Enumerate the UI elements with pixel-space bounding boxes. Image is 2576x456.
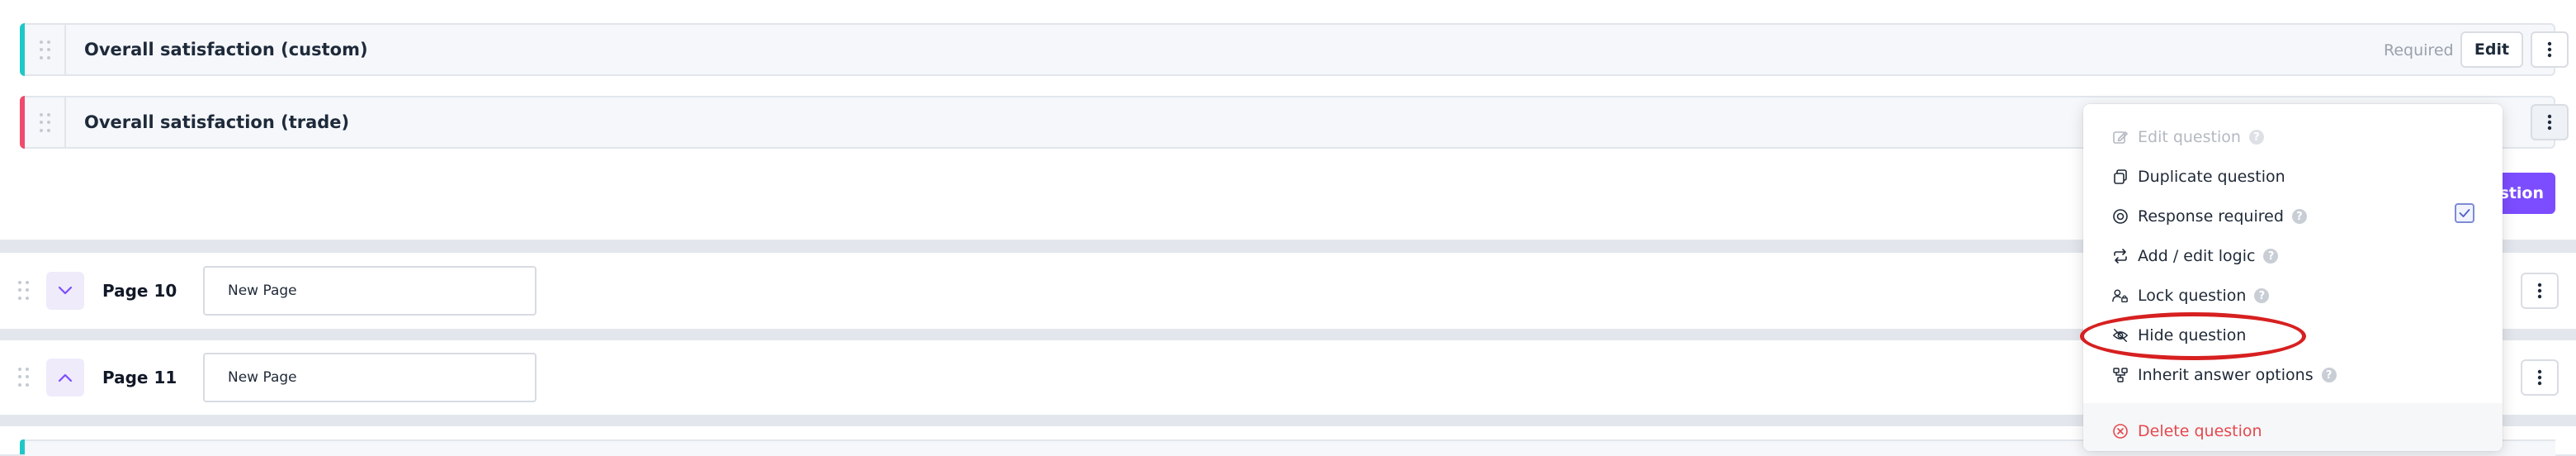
menu-item-label: Add / edit logic <box>2138 247 2256 265</box>
menu-item-label: Duplicate question <box>2138 168 2285 186</box>
menu-item-hide-question[interactable]: Hide question <box>2111 321 2246 350</box>
edit-button[interactable]: Edit <box>2460 31 2523 68</box>
help-icon: ? <box>2248 130 2264 145</box>
menu-item-duplicate-question[interactable]: Duplicate question <box>2111 162 2285 192</box>
expand-page-button[interactable] <box>46 272 84 310</box>
row-divider <box>64 25 66 74</box>
page-label: Page 11 <box>102 368 177 387</box>
menu-item-label: Delete question <box>2138 422 2262 440</box>
question-accent-bar <box>20 23 25 76</box>
drag-handle-icon[interactable] <box>40 113 51 133</box>
repeat-arrows-icon <box>2111 247 2129 265</box>
more-options-button[interactable] <box>2531 104 2569 140</box>
menu-item-lock-question[interactable]: Lock question ? <box>2111 281 2270 311</box>
menu-item-label: Edit question <box>2138 128 2241 146</box>
page-name-input[interactable] <box>203 266 536 316</box>
menu-item-delete-question[interactable]: Delete question <box>2111 416 2262 446</box>
menu-item-label: Lock question <box>2138 287 2247 305</box>
target-icon <box>2111 207 2129 226</box>
kebab-icon <box>2547 114 2552 131</box>
page-drag-handle-icon[interactable] <box>18 368 30 387</box>
required-label: Required <box>2384 41 2454 59</box>
hierarchy-icon <box>2111 366 2129 384</box>
kebab-icon <box>2547 41 2552 58</box>
question-title: Overall satisfaction (trade) <box>84 112 350 132</box>
response-required-checkbox[interactable] <box>2455 203 2474 223</box>
pencil-square-icon <box>2111 128 2129 146</box>
copy-icon <box>2111 168 2129 186</box>
question-accent-bar <box>20 96 25 149</box>
help-icon: ? <box>2254 288 2270 303</box>
kebab-icon <box>2537 283 2542 299</box>
eye-off-icon <box>2111 326 2129 344</box>
checkmark-icon <box>2459 209 2470 217</box>
drag-handle-icon[interactable] <box>40 40 51 60</box>
menu-item-add-edit-logic[interactable]: Add / edit logic ? <box>2111 241 2279 271</box>
page-name-input[interactable] <box>203 353 536 402</box>
page-more-options-button[interactable] <box>2521 273 2559 309</box>
menu-item-edit-question[interactable]: Edit question ? <box>2111 122 2264 152</box>
help-icon: ? <box>2321 368 2337 382</box>
row-divider <box>64 97 66 147</box>
question-row-custom[interactable]: Overall satisfaction (custom) Required E… <box>20 23 2569 76</box>
x-circle-icon <box>2111 422 2129 440</box>
menu-item-label: Hide question <box>2138 326 2247 344</box>
collapse-page-button[interactable] <box>46 359 84 397</box>
chevron-down-icon <box>58 286 73 295</box>
help-icon: ? <box>2291 209 2307 224</box>
menu-item-inherit-answer-options[interactable]: Inherit answer options ? <box>2111 360 2337 390</box>
help-icon: ? <box>2263 249 2279 264</box>
menu-item-response-required[interactable]: Response required ? <box>2111 202 2307 231</box>
page-drag-handle-icon[interactable] <box>18 281 30 301</box>
user-lock-icon <box>2111 287 2129 305</box>
more-options-button[interactable] <box>2531 31 2569 68</box>
menu-item-label: Response required <box>2138 207 2284 226</box>
page-label: Page 10 <box>102 281 177 301</box>
chevron-up-icon <box>58 373 73 382</box>
page-more-options-button[interactable] <box>2521 359 2559 396</box>
kebab-icon <box>2537 369 2542 386</box>
menu-item-label: Inherit answer options <box>2138 366 2314 384</box>
question-context-menu: Edit question ? Duplicate question Respo… <box>2083 104 2503 451</box>
question-title: Overall satisfaction (custom) <box>84 40 368 59</box>
